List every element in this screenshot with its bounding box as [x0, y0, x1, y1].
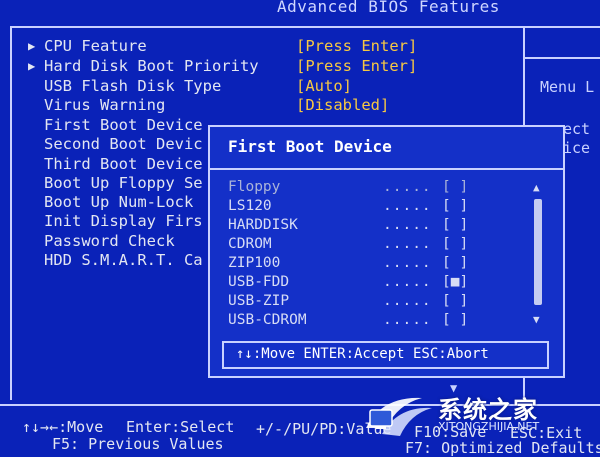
submenu-arrow-icon: ▶	[28, 59, 36, 73]
option-checkbox[interactable]: [ ]	[442, 292, 468, 311]
setting-label: Virus Warning	[44, 96, 166, 114]
scrollbar-thumb[interactable]	[534, 199, 542, 305]
option-name: CDROM	[228, 236, 272, 252]
option-leader: .....	[383, 312, 432, 328]
first-boot-device-dialog: First Boot Device Floppy ..... [ ] LS120…	[208, 125, 565, 378]
page-title: Advanced BIOS Features	[277, 0, 500, 16]
hint-move: ↑↓→←:Move	[22, 418, 104, 436]
option-leader: .....	[383, 274, 432, 290]
scroll-down-arrow-icon[interactable]: ▼	[533, 313, 540, 326]
setting-value[interactable]: [Auto]	[296, 76, 352, 96]
option-leader: .....	[383, 179, 432, 195]
option-checkbox[interactable]: [ ]	[442, 254, 468, 273]
boot-option-usb-cdrom[interactable]: USB-CDROM ..... [ ]	[228, 311, 478, 330]
option-checkbox[interactable]: [ ]	[442, 197, 468, 216]
watermark-logo-icon	[366, 397, 432, 436]
boot-option-ls120[interactable]: LS120 ..... [ ]	[228, 197, 478, 216]
setting-label: Init Display Firs	[44, 212, 203, 230]
setting-label: Second Boot Devic	[44, 135, 203, 153]
setting-value[interactable]: [Disabled]	[296, 95, 389, 115]
setting-label: CPU Feature	[44, 37, 147, 55]
option-name: HARDDISK	[228, 217, 298, 233]
option-leader: .....	[383, 217, 432, 233]
setting-label: Third Boot Device	[44, 155, 203, 173]
setting-label: Boot Up Num-Lock	[44, 193, 194, 211]
help-title: Menu L	[540, 78, 595, 96]
dialog-title: First Boot Device	[228, 137, 392, 156]
dialog-scrollbar[interactable]: ▲ ▼	[530, 181, 548, 327]
option-leader: .....	[383, 293, 432, 309]
option-checkbox[interactable]: [ ]	[442, 216, 468, 235]
hint-select: Enter:Select	[126, 418, 235, 436]
help-text-fragment: ect	[563, 120, 591, 138]
option-leader: .....	[383, 255, 432, 271]
help-title-divider	[525, 57, 600, 59]
setting-label: USB Flash Disk Type	[44, 77, 222, 95]
setting-label: HDD S.M.A.R.T. Ca	[44, 251, 203, 269]
option-leader: .....	[383, 198, 432, 214]
setting-hard-disk-boot-priority[interactable]: ▶ Hard Disk Boot Priority [Press Enter]	[28, 56, 528, 76]
option-name: ZIP100	[228, 255, 281, 271]
setting-cpu-feature[interactable]: ▶ CPU Feature [Press Enter]	[28, 36, 528, 56]
watermark: 系统之家 XITONGZHIJIA.NET	[362, 388, 600, 450]
scroll-up-arrow-icon[interactable]: ▲	[533, 181, 540, 194]
setting-label: First Boot Device	[44, 116, 203, 134]
boot-option-harddisk[interactable]: HARDDISK ..... [ ]	[228, 216, 478, 235]
watermark-url: XITONGZHIJIA.NET	[438, 420, 540, 433]
submenu-arrow-icon: ▶	[28, 39, 36, 53]
boot-option-usb-zip[interactable]: USB-ZIP ..... [ ]	[228, 292, 478, 311]
dialog-divider	[210, 168, 563, 170]
boot-option-zip100[interactable]: ZIP100 ..... [ ]	[228, 254, 478, 273]
boot-option-floppy[interactable]: Floppy ..... [ ]	[228, 178, 478, 197]
option-name: USB-CDROM	[228, 312, 307, 328]
option-name: Floppy	[228, 179, 281, 195]
option-checkbox[interactable]: [ ]	[442, 235, 468, 254]
option-checkbox[interactable]: [ ]	[442, 311, 468, 330]
option-name: LS120	[228, 198, 272, 214]
bios-header: Advanced BIOS Features	[0, 0, 600, 18]
option-checkbox-selected[interactable]: [■]	[442, 273, 468, 292]
option-name: USB-ZIP	[228, 293, 290, 309]
setting-virus-warning[interactable]: Virus Warning [Disabled]	[28, 95, 528, 115]
boot-option-cdrom[interactable]: CDROM ..... [ ]	[228, 235, 478, 254]
setting-usb-flash-disk-type[interactable]: USB Flash Disk Type [Auto]	[28, 76, 528, 96]
boot-option-usb-fdd[interactable]: USB-FDD ..... [■]	[228, 273, 478, 292]
dialog-key-hints: ↑↓:Move ENTER:Accept ESC:Abort	[236, 346, 489, 362]
option-leader: .....	[383, 236, 432, 252]
option-checkbox[interactable]: [ ]	[442, 178, 468, 197]
hint-previous-values: F5: Previous Values	[52, 435, 224, 453]
setting-label: Password Check	[44, 232, 175, 250]
setting-value[interactable]: [Press Enter]	[296, 36, 417, 56]
setting-value[interactable]: [Press Enter]	[296, 56, 417, 76]
option-name: USB-FDD	[228, 274, 290, 290]
setting-label: Boot Up Floppy Se	[44, 174, 203, 192]
dialog-hint-box: ↑↓:Move ENTER:Accept ESC:Abort	[222, 341, 549, 369]
help-text-fragment: ice	[563, 139, 591, 157]
setting-label: Hard Disk Boot Priority	[44, 57, 259, 75]
